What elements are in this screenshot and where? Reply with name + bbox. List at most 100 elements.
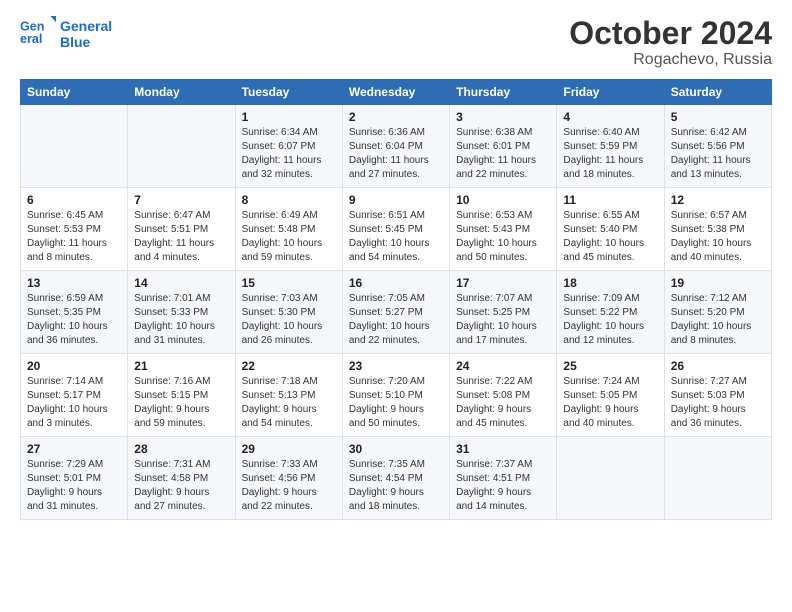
logo-line2: Blue <box>60 34 112 50</box>
calendar-cell: 11Sunrise: 6:55 AM Sunset: 5:40 PM Dayli… <box>557 188 664 271</box>
cell-content: Sunrise: 7:01 AM Sunset: 5:33 PM Dayligh… <box>134 292 228 348</box>
day-number: 5 <box>671 110 765 124</box>
cell-content: Sunrise: 7:35 AM Sunset: 4:54 PM Dayligh… <box>349 458 443 514</box>
col-friday: Friday <box>557 80 664 105</box>
cell-content: Sunrise: 7:31 AM Sunset: 4:58 PM Dayligh… <box>134 458 228 514</box>
cell-content: Sunrise: 6:45 AM Sunset: 5:53 PM Dayligh… <box>27 209 121 265</box>
calendar-cell: 19 Sunrise: 7:12 AM Sunset: 5:20 PM Dayli… <box>664 271 771 354</box>
svg-text:Gen: Gen <box>20 19 45 33</box>
calendar-cell: 3 Sunrise: 6:38 AM Sunset: 6:01 PM Daylig… <box>450 105 557 188</box>
calendar-cell: 23 Sunrise: 7:20 AM Sunset: 5:10 PM Dayli… <box>342 354 449 437</box>
day-number: 10 <box>456 193 550 207</box>
day-number: 24 <box>456 359 550 373</box>
cell-content: Sunrise: 7:03 AM Sunset: 5:30 PM Dayligh… <box>242 292 336 348</box>
cell-content: Sunrise: 6:57 AM Sunset: 5:38 PM Dayligh… <box>671 209 765 265</box>
calendar-cell <box>21 105 128 188</box>
day-number: 12 <box>671 193 765 207</box>
cell-content: Sunrise: 6:40 AM Sunset: 5:59 PM Dayligh… <box>563 126 657 182</box>
day-number: 9 <box>349 193 443 207</box>
cell-content: Sunrise: 7:20 AM Sunset: 5:10 PM Dayligh… <box>349 375 443 431</box>
calendar-cell: 21Sunrise: 7:16 AM Sunset: 5:15 PM Dayli… <box>128 354 235 437</box>
calendar-cell: 14 Sunrise: 7:01 AM Sunset: 5:33 PM Dayli… <box>128 271 235 354</box>
svg-text:eral: eral <box>20 32 42 46</box>
calendar-subtitle: Rogachevo, Russia <box>569 51 772 69</box>
calendar-week-row: 20 Sunrise: 7:14 AM Sunset: 5:17 PM Dayli… <box>21 354 772 437</box>
cell-content: Sunrise: 6:38 AM Sunset: 6:01 PM Dayligh… <box>456 126 550 182</box>
calendar-cell: 29Sunrise: 7:33 AM Sunset: 4:56 PM Dayli… <box>235 437 342 520</box>
cell-content: Sunrise: 6:55 AM Sunset: 5:40 PM Dayligh… <box>563 209 657 265</box>
cell-content: Sunrise: 7:29 AM Sunset: 5:01 PM Dayligh… <box>27 458 121 514</box>
cell-content: Sunrise: 7:07 AM Sunset: 5:25 PM Dayligh… <box>456 292 550 348</box>
calendar-week-row: 1 Sunrise: 6:34 AM Sunset: 6:07 PM Daylig… <box>21 105 772 188</box>
cell-content: Sunrise: 7:24 AM Sunset: 5:05 PM Dayligh… <box>563 375 657 431</box>
day-number: 15 <box>242 276 336 290</box>
cell-content: Sunrise: 6:42 AM Sunset: 5:56 PM Dayligh… <box>671 126 765 182</box>
calendar-cell: 15 Sunrise: 7:03 AM Sunset: 5:30 PM Dayli… <box>235 271 342 354</box>
day-number: 16 <box>349 276 443 290</box>
calendar-week-row: 6 Sunrise: 6:45 AM Sunset: 5:53 PM Daylig… <box>21 188 772 271</box>
cell-content: Sunrise: 7:16 AM Sunset: 5:15 PM Dayligh… <box>134 375 228 431</box>
day-number: 6 <box>27 193 121 207</box>
day-number: 28 <box>134 442 228 456</box>
calendar-cell: 1 Sunrise: 6:34 AM Sunset: 6:07 PM Daylig… <box>235 105 342 188</box>
cell-content: Sunrise: 6:53 AM Sunset: 5:43 PM Dayligh… <box>456 209 550 265</box>
calendar-body: 1 Sunrise: 6:34 AM Sunset: 6:07 PM Daylig… <box>21 105 772 520</box>
calendar-cell: 28 Sunrise: 7:31 AM Sunset: 4:58 PM Dayli… <box>128 437 235 520</box>
calendar-cell: 7Sunrise: 6:47 AM Sunset: 5:51 PM Daylig… <box>128 188 235 271</box>
day-number: 20 <box>27 359 121 373</box>
col-tuesday: Tuesday <box>235 80 342 105</box>
calendar-cell: 20 Sunrise: 7:14 AM Sunset: 5:17 PM Dayli… <box>21 354 128 437</box>
calendar-cell: 2Sunrise: 6:36 AM Sunset: 6:04 PM Daylig… <box>342 105 449 188</box>
day-number: 17 <box>456 276 550 290</box>
calendar-cell: 22 Sunrise: 7:18 AM Sunset: 5:13 PM Dayli… <box>235 354 342 437</box>
day-number: 26 <box>671 359 765 373</box>
day-number: 27 <box>27 442 121 456</box>
col-thursday: Thursday <box>450 80 557 105</box>
col-sunday: Sunday <box>21 80 128 105</box>
calendar-cell: 4Sunrise: 6:40 AM Sunset: 5:59 PM Daylig… <box>557 105 664 188</box>
calendar-cell: 12 Sunrise: 6:57 AM Sunset: 5:38 PM Dayli… <box>664 188 771 271</box>
day-number: 25 <box>563 359 657 373</box>
cell-content: Sunrise: 7:14 AM Sunset: 5:17 PM Dayligh… <box>27 375 121 431</box>
calendar-cell: 18 Sunrise: 7:09 AM Sunset: 5:22 PM Dayli… <box>557 271 664 354</box>
day-number: 3 <box>456 110 550 124</box>
calendar-cell: 6 Sunrise: 6:45 AM Sunset: 5:53 PM Daylig… <box>21 188 128 271</box>
calendar-cell: 24Sunrise: 7:22 AM Sunset: 5:08 PM Dayli… <box>450 354 557 437</box>
day-number: 30 <box>349 442 443 456</box>
cell-content: Sunrise: 6:49 AM Sunset: 5:48 PM Dayligh… <box>242 209 336 265</box>
day-number: 1 <box>242 110 336 124</box>
day-number: 18 <box>563 276 657 290</box>
day-number: 23 <box>349 359 443 373</box>
day-number: 19 <box>671 276 765 290</box>
title-area: October 2024 Rogachevo, Russia <box>569 16 772 69</box>
calendar-cell: 31 Sunrise: 7:37 AM Sunset: 4:51 PM Dayli… <box>450 437 557 520</box>
calendar-cell <box>557 437 664 520</box>
calendar-page: Gen eral General Blue October 2024 Rogac… <box>0 0 792 612</box>
calendar-cell: 13Sunrise: 6:59 AM Sunset: 5:35 PM Dayli… <box>21 271 128 354</box>
day-number: 14 <box>134 276 228 290</box>
cell-content: Sunrise: 7:09 AM Sunset: 5:22 PM Dayligh… <box>563 292 657 348</box>
cell-content: Sunrise: 6:51 AM Sunset: 5:45 PM Dayligh… <box>349 209 443 265</box>
calendar-cell <box>664 437 771 520</box>
cell-content: Sunrise: 6:34 AM Sunset: 6:07 PM Dayligh… <box>242 126 336 182</box>
cell-content: Sunrise: 7:18 AM Sunset: 5:13 PM Dayligh… <box>242 375 336 431</box>
calendar-cell: 27 Sunrise: 7:29 AM Sunset: 5:01 PM Dayli… <box>21 437 128 520</box>
calendar-cell: 30 Sunrise: 7:35 AM Sunset: 4:54 PM Dayli… <box>342 437 449 520</box>
calendar-title: October 2024 <box>569 16 772 51</box>
logo-svg: Gen eral <box>20 16 56 52</box>
calendar-cell: 26Sunrise: 7:27 AM Sunset: 5:03 PM Dayli… <box>664 354 771 437</box>
cell-content: Sunrise: 7:12 AM Sunset: 5:20 PM Dayligh… <box>671 292 765 348</box>
calendar-cell: 8Sunrise: 6:49 AM Sunset: 5:48 PM Daylig… <box>235 188 342 271</box>
calendar-cell: 17 Sunrise: 7:07 AM Sunset: 5:25 PM Dayli… <box>450 271 557 354</box>
day-number: 31 <box>456 442 550 456</box>
calendar-week-row: 27 Sunrise: 7:29 AM Sunset: 5:01 PM Dayli… <box>21 437 772 520</box>
day-number: 7 <box>134 193 228 207</box>
cell-content: Sunrise: 7:37 AM Sunset: 4:51 PM Dayligh… <box>456 458 550 514</box>
logo-line1: General <box>60 18 112 34</box>
calendar-cell <box>128 105 235 188</box>
col-saturday: Saturday <box>664 80 771 105</box>
day-number: 22 <box>242 359 336 373</box>
calendar-cell: 9 Sunrise: 6:51 AM Sunset: 5:45 PM Daylig… <box>342 188 449 271</box>
day-number: 29 <box>242 442 336 456</box>
day-number: 2 <box>349 110 443 124</box>
